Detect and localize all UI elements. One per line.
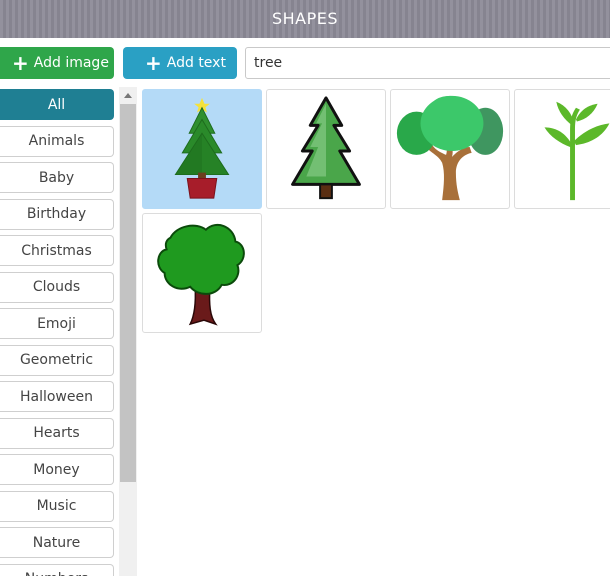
result-tile[interactable] — [142, 89, 262, 209]
christmas-tree-icon — [174, 97, 230, 199]
category-numbers[interactable]: Numbers — [0, 563, 114, 576]
result-tile[interactable] — [514, 89, 610, 209]
category-birthday[interactable]: Birthday — [0, 198, 114, 230]
plus-icon: + — [12, 51, 29, 75]
scroll-thumb[interactable] — [120, 104, 136, 482]
result-tile[interactable] — [266, 89, 386, 209]
panel-title: SHAPES — [0, 0, 610, 38]
shapes-panel: SHAPES + Add image + Add text All Animal… — [0, 0, 610, 576]
add-text-button[interactable]: + Add text — [123, 47, 237, 79]
category-geometric[interactable]: Geometric — [0, 344, 114, 376]
plus-icon: + — [145, 51, 162, 75]
add-text-label: Add text — [166, 55, 226, 71]
pine-tree-icon — [291, 96, 361, 200]
category-animals[interactable]: Animals — [0, 125, 114, 157]
category-nature[interactable]: Nature — [0, 527, 114, 558]
sprout-icon — [544, 101, 610, 201]
add-image-label: Add image — [33, 55, 109, 71]
leafy-tree-icon — [396, 95, 504, 201]
round-tree-icon — [157, 224, 245, 326]
category-list: All Animals Baby Birthday Christmas Clou… — [0, 89, 114, 576]
category-money[interactable]: Money — [0, 454, 114, 485]
category-clouds[interactable]: Clouds — [0, 271, 114, 303]
category-baby[interactable]: Baby — [0, 162, 114, 193]
scroll-up-arrow-icon[interactable] — [119, 87, 137, 103]
category-emoji[interactable]: Emoji — [0, 308, 114, 339]
category-christmas[interactable]: Christmas — [0, 235, 114, 266]
add-image-button[interactable]: + Add image — [0, 47, 114, 79]
category-all[interactable]: All — [0, 89, 114, 120]
category-scrollbar[interactable] — [119, 87, 137, 576]
category-halloween[interactable]: Halloween — [0, 381, 114, 412]
result-tile[interactable] — [390, 89, 510, 209]
category-hearts[interactable]: Hearts — [0, 417, 114, 449]
category-music[interactable]: Music — [0, 490, 114, 522]
result-tile[interactable] — [142, 213, 262, 333]
search-input[interactable] — [245, 47, 610, 79]
